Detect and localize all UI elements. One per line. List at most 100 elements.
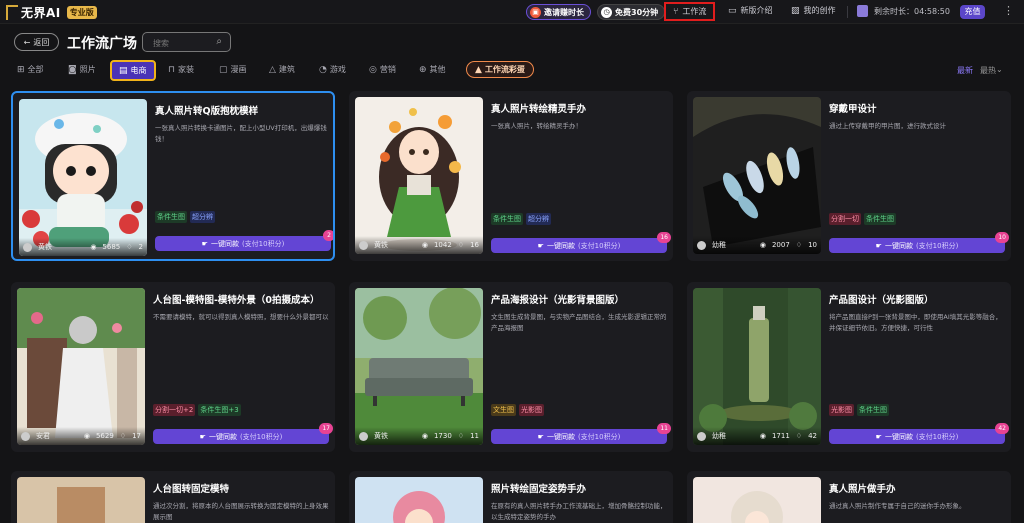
tab-comic[interactable]: ▢ 漫画 bbox=[219, 64, 247, 75]
author-avatar bbox=[359, 240, 368, 250]
card-description: 一张真人照片，转绘精灵手办！ bbox=[491, 122, 582, 130]
author-name: 幼稚 bbox=[712, 241, 726, 249]
card-title[interactable]: 人台图-模特图-模特外景（0拍摄成本） bbox=[153, 292, 320, 306]
tab-home-decor[interactable]: ⊓ 家装 bbox=[168, 64, 194, 75]
card-title[interactable]: 人台图转固定模特 bbox=[153, 481, 229, 495]
clock-icon: ◷ bbox=[601, 6, 612, 18]
card-title[interactable]: 真人照片转Q版抱枕模样 bbox=[155, 103, 258, 117]
card-title[interactable]: 产品海报设计（光影背景图版） bbox=[491, 292, 624, 306]
card-title[interactable]: 产品图设计（光影图版） bbox=[829, 292, 934, 306]
workflow-card[interactable]: 安君 ◉ 5629 ♢ 17 人台图-模特图-模特外景（0拍摄成本） 不需要请模特，… bbox=[11, 282, 335, 452]
invite-button[interactable]: ▣ 邀请赚时长 bbox=[526, 4, 591, 20]
edition-badge: 专业版 bbox=[66, 6, 97, 19]
card-thumbnail bbox=[17, 477, 145, 523]
tab-game[interactable]: ◔ 游戏 bbox=[319, 64, 346, 75]
card-title[interactable]: 真人照片做手办 bbox=[829, 481, 896, 495]
hand-icon: ☛ bbox=[201, 239, 208, 248]
count-badge: 2 bbox=[323, 230, 333, 241]
workflow-icon: ⑂ bbox=[673, 6, 679, 17]
back-button[interactable]: ← 返回 bbox=[14, 33, 59, 51]
chibi-pillow-image bbox=[19, 99, 147, 256]
figurine-pose-image bbox=[355, 477, 483, 523]
card-title[interactable]: 照片转绘固定姿势手办 bbox=[491, 481, 586, 495]
run-same-button[interactable]: ☛ 一键同款 (支付10积分) 16 bbox=[491, 232, 671, 253]
nav-my-works[interactable]: ▨ 我的创作 bbox=[791, 5, 836, 16]
shop-icon: ▤ bbox=[119, 65, 128, 76]
model-outdoor-image bbox=[17, 288, 145, 445]
workflow-card[interactable]: 照片转绘固定姿势手办 在原有的真人照片转手办工作流基础上，增加骨骼控制功能，以生… bbox=[349, 471, 673, 523]
image-icon: ▨ bbox=[791, 5, 800, 16]
hand-icon: ☛ bbox=[537, 241, 544, 250]
tab-marketing[interactable]: ◎ 营销 bbox=[369, 64, 396, 75]
recharge-button[interactable]: 充值 bbox=[960, 5, 985, 19]
run-same-button[interactable]: ☛ 一键同款 (支付10积分) 42 bbox=[829, 423, 1009, 444]
workflow-card[interactable]: 真人照片做手办 通过真人照片制作专属于自己的迷你手办形象。 bbox=[687, 471, 1011, 523]
fire-icon: ▲ bbox=[475, 64, 482, 75]
run-cost: (支付10积分) bbox=[241, 239, 285, 248]
run-label: 一键同款 bbox=[546, 432, 575, 441]
user-avatar[interactable] bbox=[857, 5, 868, 17]
eye-icon: ◉ bbox=[759, 241, 766, 249]
run-same-button[interactable]: ☛ 一键同款 (支付10积分) 11 bbox=[491, 423, 671, 444]
nav-workflow[interactable]: ⑂ 工作流 bbox=[664, 2, 716, 21]
nav-newbie[interactable]: ▭ 新版介绍 bbox=[728, 5, 773, 16]
brand-logo[interactable]: 无界AI 专业版 bbox=[6, 4, 97, 21]
view-count: 1730 bbox=[433, 432, 452, 440]
like-count: 10 bbox=[808, 241, 817, 249]
tab-architecture[interactable]: △ 建筑 bbox=[269, 64, 295, 75]
tab-photo[interactable]: ◙ 照片 bbox=[68, 64, 96, 75]
tag: 超分辨 bbox=[190, 211, 215, 223]
like-count: 42 bbox=[808, 432, 817, 440]
tag: 条件生图 bbox=[857, 404, 889, 416]
card-description: 通过上传穿戴甲的甲片图，进行款式设计 bbox=[829, 122, 946, 130]
card-description: 不需要请模特，就可以得到真人模特照，想要什么外景都可以 bbox=[153, 313, 329, 321]
card-stats: 黄铁 ◉ 5685 ♢ 2 bbox=[19, 238, 147, 256]
run-same-button[interactable]: ☛ 一键同款 (支付10积分) 17 bbox=[153, 423, 333, 444]
card-title[interactable]: 真人照片转绘精灵手办 bbox=[491, 101, 586, 115]
like-count: 2 bbox=[138, 243, 143, 251]
tab-label: 照片 bbox=[79, 65, 96, 74]
card-description: 文生图生成背景图，与实物产品图结合，生成光影逻辑正常的产品海报图 bbox=[491, 313, 667, 332]
search-input[interactable]: 搜索 ⌕ bbox=[142, 32, 231, 52]
workflow-card[interactable]: 人台图转固定模特 通过次分割，将原本的人台图展示转换为固定模特的上身效果展示图 bbox=[11, 471, 335, 523]
tab-other[interactable]: ⊕ 其他 bbox=[419, 64, 446, 75]
top-bar: 无界AI 专业版 ▣ 邀请赚时长 ◷ 免费30分钟 ⑂ 工作流 ▭ 新版介绍 ▨… bbox=[0, 0, 1024, 24]
divider bbox=[847, 6, 848, 18]
sort-chevron-icon[interactable]: ⌄ bbox=[996, 65, 1003, 74]
category-tabs: ⊞ 全部 ◙ 照片 ▤ 电商 ⊓ 家装 ▢ 漫画 △ 建筑 ◔ 游戏 ◎ 营销 ⊕ 其他 ▲ 工作流… bbox=[14, 60, 544, 82]
search-icon[interactable]: ⌕ bbox=[216, 36, 222, 47]
more-icon: ⊕ bbox=[419, 64, 427, 75]
tab-label: 漫画 bbox=[230, 65, 247, 74]
workflow-card[interactable]: 幼稚 ◉ 2007 ♢ 10 穿戴甲设计 通过上传穿戴甲的甲片图，进行款式设计 分割… bbox=[687, 91, 1011, 261]
workflow-card[interactable]: 黄铁 ◉ 1042 ♢ 16 真人照片转绘精灵手办 一张真人照片，转绘精灵手办！ 条… bbox=[349, 91, 673, 261]
tab-label: 家装 bbox=[178, 65, 195, 74]
free-time-button[interactable]: ◷ 免费30分钟 bbox=[597, 4, 666, 20]
sort-hottest[interactable]: 最热 bbox=[980, 65, 996, 76]
tab-ecommerce[interactable]: ▤ 电商 bbox=[110, 60, 156, 81]
tag: 分割一切 bbox=[829, 213, 861, 225]
card-description: 将产品图直接P到一张背景图中，即使用AI填其光影等融合，并保证细节依旧。方便快捷… bbox=[829, 313, 1002, 332]
workflow-card[interactable]: 黄铁 ◉ 1730 ♢ 11 产品海报设计（光影背景图版） 文生图生成背景图，与实物… bbox=[349, 282, 673, 452]
workflow-card[interactable]: 幼稚 ◉ 1711 ♢ 42 产品图设计（光影图版） 将产品图直接P到一张背景图中，… bbox=[687, 282, 1011, 452]
card-thumbnail: 黄铁 ◉ 1730 ♢ 11 bbox=[355, 288, 483, 445]
camera-icon: ◙ bbox=[68, 64, 77, 75]
card-stats: 幼稚 ◉ 2007 ♢ 10 bbox=[693, 236, 821, 254]
remaining-time: 剩余时长：04:58:50 bbox=[874, 7, 950, 16]
workflow-card[interactable]: 黄铁 ◉ 5685 ♢ 2 真人照片转Q版抱枕模样 一张真人照片转换卡通图片，配上小… bbox=[11, 91, 335, 261]
tab-all[interactable]: ⊞ 全部 bbox=[17, 64, 44, 75]
card-title[interactable]: 穿戴甲设计 bbox=[829, 101, 877, 115]
run-same-button[interactable]: ☛ 一键同款 (支付10积分) 10 bbox=[829, 232, 1009, 253]
run-same-button[interactable]: ☛ 一键同款 (支付10积分) 2 bbox=[155, 230, 333, 251]
mannequin-image bbox=[17, 477, 145, 523]
run-cost: (支付10积分) bbox=[239, 432, 283, 441]
run-label: 一键同款 bbox=[884, 241, 913, 250]
arrow-left-icon: ← bbox=[23, 37, 31, 47]
sort-latest[interactable]: 最新 bbox=[957, 65, 973, 76]
view-count: 2007 bbox=[771, 241, 790, 249]
eye-icon: ◉ bbox=[83, 432, 90, 440]
run-label: 一键同款 bbox=[546, 241, 575, 250]
tab-workflow-egg[interactable]: ▲ 工作流彩蛋 bbox=[466, 61, 534, 78]
card-tags: 文生图 光影图 bbox=[491, 404, 544, 416]
card-thumbnail: 幼稚 ◉ 1711 ♢ 42 bbox=[693, 288, 821, 445]
more-menu-icon[interactable]: ⋮ bbox=[1003, 4, 1014, 17]
